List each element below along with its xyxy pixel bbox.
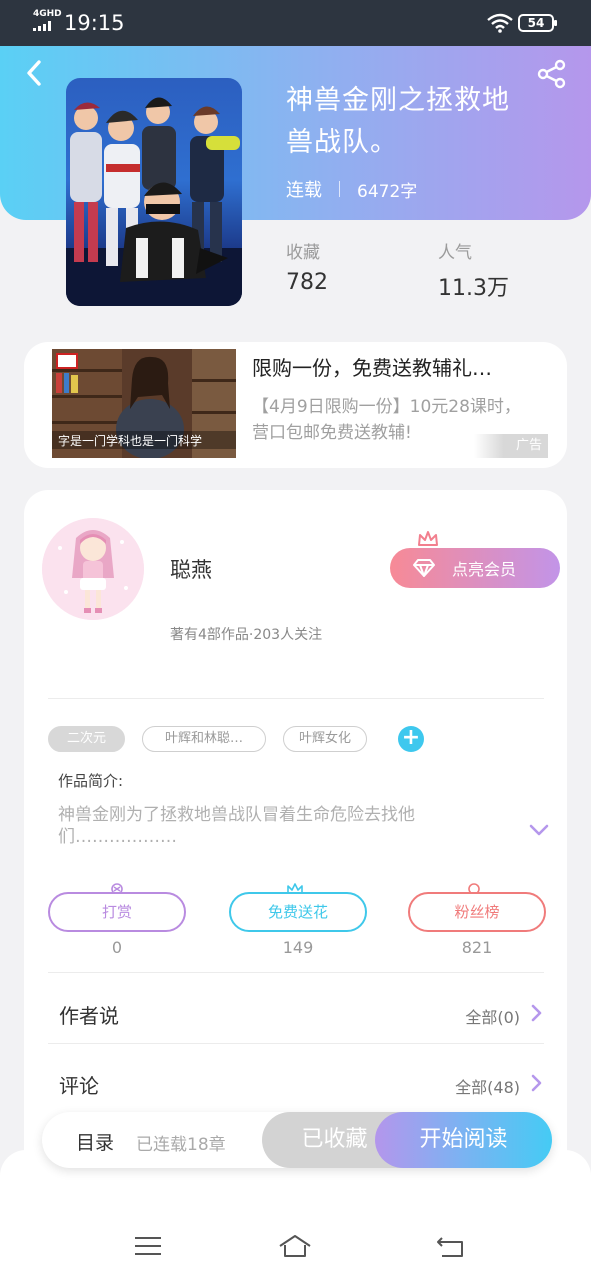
fan-ranking-count: 821 — [461, 938, 493, 957]
share-icon[interactable] — [536, 58, 568, 90]
clock: 19:15 — [64, 11, 125, 35]
author-notes-row[interactable]: 作者说 全部(0) — [24, 982, 567, 1042]
reward-count: 0 — [111, 938, 123, 957]
divider — [48, 972, 544, 973]
book-detail-card: 聪燕 著有4部作品·203人关注 点亮会员 二次元 叶辉和林聪… 叶辉女化 + … — [24, 490, 567, 1190]
menu-icon[interactable] — [131, 1232, 165, 1260]
network-type: 4GHD — [33, 9, 62, 19]
meta-divider — [339, 181, 340, 197]
intro-text: 神兽金刚为了拯救地兽战队冒着生命危险去找他们……………… — [58, 805, 415, 847]
diamond-icon — [413, 559, 435, 577]
ad-thumbnail-image: 字是一门学科也是一门科学 — [52, 349, 236, 458]
intro-label: 作品简介: — [58, 772, 124, 790]
popularity-label: 人气 — [438, 243, 472, 263]
avatar[interactable] — [42, 518, 144, 620]
vip-button[interactable]: 点亮会员 — [390, 548, 560, 588]
system-nav-bar — [0, 1150, 591, 1280]
tag-chip[interactable]: 二次元 — [48, 726, 125, 752]
divider — [48, 1043, 544, 1044]
author-notes-title: 作者说 — [59, 1004, 119, 1028]
tag-chip[interactable]: 叶辉和林聪… — [142, 726, 266, 752]
book-meta: 连载 6472字 — [286, 176, 417, 202]
chevron-right-icon — [531, 1074, 542, 1092]
ad-thumb-caption: 字是一门学科也是一门科学 — [58, 433, 202, 448]
popularity-value: 11.3万 — [438, 276, 509, 301]
ad-card[interactable]: 字是一门学科也是一门科学 限购一份，免费送教辅礼… 【4月9日限购一份】10元2… — [24, 342, 567, 468]
comments-title: 评论 — [59, 1074, 99, 1098]
battery-icon: 54 — [518, 14, 557, 32]
comments-all[interactable]: 全部(48) — [455, 1074, 520, 1098]
author-info: 著有4部作品·203人关注 — [170, 627, 323, 643]
comments-row[interactable]: 评论 全部(48) — [24, 1052, 567, 1112]
vip-button-label: 点亮会员 — [452, 560, 517, 579]
word-count: 6472字 — [357, 181, 418, 202]
back-icon[interactable] — [22, 58, 46, 88]
return-icon[interactable] — [434, 1232, 468, 1260]
tag-chip[interactable]: 叶辉女化 — [283, 726, 367, 752]
fan-ranking-button[interactable]: 粉丝榜 — [408, 892, 546, 932]
author-name[interactable]: 聪燕 — [170, 554, 212, 584]
wifi-icon — [487, 13, 513, 33]
reading-action-bar: 目录 已连载18章 已收藏 开始阅读 — [42, 1112, 552, 1168]
send-flower-button[interactable]: 免费送花 — [229, 892, 367, 932]
chevron-right-icon — [531, 1004, 542, 1022]
home-icon[interactable] — [278, 1232, 312, 1260]
flower-count: 149 — [282, 938, 314, 957]
author-notes-all[interactable]: 全部(0) — [465, 1004, 520, 1028]
favorites-value: 782 — [286, 270, 328, 295]
table-of-contents-button[interactable]: 目录 — [76, 1128, 114, 1155]
ad-thumbnail: 字是一门学科也是一门科学 — [52, 349, 236, 458]
add-tag-button[interactable]: + — [398, 726, 424, 752]
status-bar: 4GHD 19:15 54 — [0, 0, 591, 46]
signal-icon — [33, 21, 55, 31]
divider — [48, 698, 544, 699]
author-avatar-image — [42, 518, 144, 620]
crown-icon — [418, 531, 438, 546]
cover-art-illustration — [66, 97, 242, 306]
ad-title[interactable]: 限购一份，免费送教辅礼… — [252, 352, 552, 381]
chevron-down-icon[interactable] — [528, 823, 550, 837]
book-cover[interactable] — [66, 78, 242, 306]
ad-label: 广告 — [474, 434, 548, 458]
chapter-count: 已连载18章 — [136, 1135, 226, 1155]
serial-status: 连载 — [286, 180, 322, 201]
start-reading-button[interactable]: 开始阅读 — [375, 1112, 552, 1168]
book-title: 神兽金刚之拯救地兽战队。 — [286, 85, 510, 158]
reward-button[interactable]: 打赏 — [48, 892, 186, 932]
favorites-label: 收藏 — [286, 243, 320, 263]
